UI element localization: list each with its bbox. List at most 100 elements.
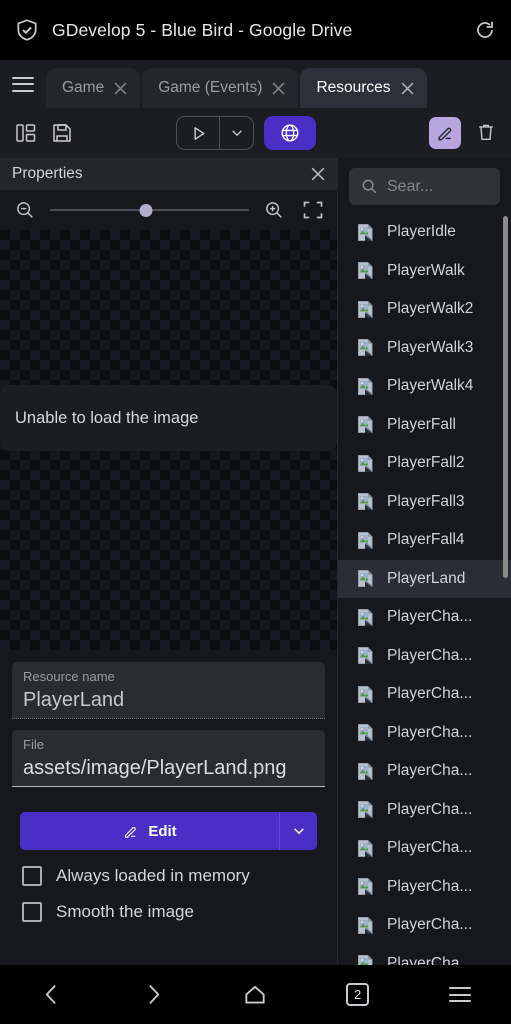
checkbox-smooth-image[interactable]: Smooth the image (22, 902, 315, 922)
tab-game-events[interactable]: Game (Events) (142, 68, 299, 108)
list-item[interactable]: PlayerCha... (338, 752, 511, 791)
pencil-icon (122, 823, 139, 840)
list-item-label: PlayerWalk3 (387, 338, 474, 356)
checkbox-icon[interactable] (22, 902, 42, 922)
chevron-right-icon (141, 982, 166, 1007)
close-icon[interactable] (311, 167, 325, 181)
list-item-label: PlayerCha... (387, 916, 473, 934)
zoom-out-icon[interactable] (14, 199, 36, 221)
tab-resources[interactable]: Resources (300, 68, 427, 108)
forward-button[interactable] (127, 975, 179, 1015)
list-item[interactable]: PlayerWalk (338, 252, 511, 291)
home-button[interactable] (229, 975, 281, 1015)
slider-thumb[interactable] (139, 203, 153, 217)
chevron-down-icon[interactable] (219, 117, 253, 149)
list-item[interactable]: PlayerWalk4 (338, 367, 511, 406)
main-split: Properties Unable to load the image Reso… (0, 158, 511, 965)
app-toolbar (0, 108, 511, 158)
close-icon[interactable] (114, 82, 127, 95)
list-item[interactable]: PlayerCha... (338, 598, 511, 637)
image-preview-canvas[interactable]: Unable to load the image (0, 230, 337, 650)
play-icon[interactable] (177, 117, 219, 149)
list-item[interactable]: PlayerFall4 (338, 521, 511, 560)
list-item[interactable]: PlayerFall (338, 406, 511, 445)
panel-layout-icon[interactable] (14, 121, 38, 145)
broken-image-icon (356, 877, 375, 896)
list-item[interactable]: PlayerCha... (338, 675, 511, 714)
broken-image-icon (356, 454, 375, 473)
zoom-in-icon[interactable] (263, 199, 285, 221)
preview-button-group (176, 116, 254, 150)
list-item-label: PlayerCha... (387, 800, 473, 818)
tab-label: Game (62, 79, 105, 96)
file-label: File (23, 737, 44, 752)
reload-icon[interactable] (473, 18, 497, 42)
tab-switcher-button[interactable]: 2 (332, 975, 384, 1015)
search-icon (361, 178, 378, 195)
resource-name-label: Resource name (23, 669, 115, 684)
checkbox-label: Smooth the image (56, 902, 194, 921)
list-item[interactable]: PlayerWalk3 (338, 329, 511, 368)
resource-name-input[interactable]: PlayerLand (23, 686, 314, 714)
app-menu-button[interactable] (0, 60, 46, 108)
list-item[interactable]: PlayerFall3 (338, 483, 511, 522)
list-item[interactable]: PlayerIdle (338, 213, 511, 252)
broken-image-icon (356, 800, 375, 819)
edit-button[interactable]: Edit (20, 812, 279, 850)
edit-resource-button[interactable] (429, 117, 461, 149)
search-placeholder: Sear... (387, 177, 434, 195)
search-input[interactable]: Sear... (349, 168, 500, 205)
list-item[interactable]: PlayerCha... (338, 637, 511, 676)
tab-game[interactable]: Game (46, 68, 141, 108)
edit-button-label: Edit (148, 822, 177, 840)
list-item[interactable]: PlayerCha... (338, 714, 511, 753)
vertical-scrollbar[interactable] (503, 216, 508, 578)
save-disk-icon[interactable] (50, 121, 74, 145)
list-item[interactable]: PlayerFall2 (338, 444, 511, 483)
back-button[interactable] (25, 975, 77, 1015)
edit-options-button[interactable] (279, 812, 317, 850)
list-item-label: PlayerWalk (387, 261, 465, 279)
list-item[interactable]: PlayerWalk2 (338, 290, 511, 329)
broken-image-icon (356, 261, 375, 280)
list-item[interactable]: PlayerCha... (338, 791, 511, 830)
close-icon[interactable] (272, 82, 285, 95)
list-item[interactable]: PlayerCha... (338, 829, 511, 868)
checkbox-icon[interactable] (22, 866, 42, 886)
tab-strip: Game Game (Events) Resources (0, 60, 511, 108)
broken-image-icon (356, 954, 375, 965)
browser-menu-button[interactable] (434, 975, 486, 1015)
chevron-left-icon (39, 982, 64, 1007)
fit-to-frame-icon[interactable] (303, 200, 323, 220)
list-item[interactable]: PlayerCha... (338, 906, 511, 945)
resource-name-field[interactable]: Resource name PlayerLand (12, 662, 325, 719)
broken-image-icon (356, 492, 375, 511)
close-icon[interactable] (401, 82, 414, 95)
list-item-label: PlayerFall3 (387, 492, 465, 510)
app-root: GDevelop 5 - Blue Bird - Google Drive Ga… (0, 0, 511, 1024)
resource-list[interactable]: PlayerIdle PlayerWalk PlayerWalk2 PlayerWal… (338, 213, 511, 965)
shield-check-icon[interactable] (14, 17, 40, 43)
zoom-slider[interactable] (50, 199, 249, 221)
list-item[interactable]: PlayerLand (338, 559, 511, 598)
resource-options: Always loaded in memory Smooth the image (0, 850, 337, 922)
list-item[interactable]: PlayerCha... (338, 945, 511, 965)
file-input[interactable]: assets/image/PlayerLand.png (23, 754, 314, 782)
trash-icon[interactable] (475, 121, 499, 145)
toolbar-preview-group (176, 116, 316, 150)
checkbox-always-loaded[interactable]: Always loaded in memory (22, 866, 315, 886)
list-item[interactable]: PlayerCha... (338, 868, 511, 907)
file-field[interactable]: File assets/image/PlayerLand.png (12, 730, 325, 787)
list-item-label: PlayerCha... (387, 762, 473, 780)
list-item-label: PlayerCha... (387, 646, 473, 664)
hamburger-menu-icon (448, 987, 471, 1002)
list-item-label: PlayerWalk2 (387, 300, 474, 318)
broken-image-icon (356, 762, 375, 781)
broken-image-icon (356, 569, 375, 588)
tab-label: Game (Events) (158, 79, 263, 96)
network-preview-button[interactable] (264, 116, 316, 150)
list-item-label: PlayerWalk4 (387, 377, 474, 395)
browser-title-bar: GDevelop 5 - Blue Bird - Google Drive (0, 0, 511, 60)
toolbar-right-group (429, 117, 499, 149)
list-item-label: PlayerCha... (387, 877, 473, 895)
